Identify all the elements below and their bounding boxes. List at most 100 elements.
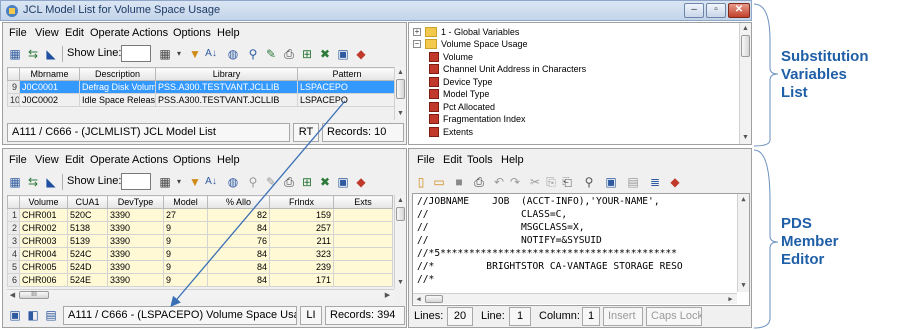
globe-icon[interactable]: ◍ <box>225 46 241 62</box>
layout-icon[interactable]: ▤ <box>625 174 641 190</box>
excel-icon[interactable]: ✖ <box>317 46 333 62</box>
table-cell[interactable]: J0C0001 <box>19 80 80 94</box>
table-cell[interactable]: 3390 <box>107 208 164 222</box>
table-cell[interactable]: PSS.A300.TESTVANT.JCLLIB <box>155 93 298 107</box>
editor-vscroll[interactable]: ▲ ▼ <box>737 194 749 292</box>
table-cell[interactable]: CHR002 <box>19 221 68 235</box>
code-line[interactable]: // CLASS=C, <box>417 208 567 221</box>
globe-icon[interactable]: ◍ <box>225 174 241 190</box>
save-icon[interactable]: ▦ <box>7 46 23 62</box>
show-line-input[interactable] <box>121 173 151 190</box>
tree-item[interactable]: Pct Allocated <box>429 101 729 113</box>
table-row[interactable]: 3 CHR003 5139 3390 9 76 211 <box>7 234 393 248</box>
scroll-down-icon[interactable]: ▼ <box>395 277 406 288</box>
show-line-input[interactable] <box>121 45 151 62</box>
filter-icon[interactable]: ▼ <box>187 46 203 62</box>
tree-item[interactable]: Fragmentation Index <box>429 113 729 125</box>
menu-file[interactable]: File <box>417 154 435 166</box>
table-cell[interactable]: 5139 <box>67 234 108 248</box>
column-header[interactable]: % Allo <box>207 195 270 209</box>
scroll-left-icon[interactable]: ◀ <box>7 290 18 301</box>
table-cell[interactable]: 5138 <box>67 221 108 235</box>
excel-icon[interactable]: ✖ <box>317 174 333 190</box>
table-cell[interactable]: 159 <box>269 208 334 222</box>
tree-item[interactable]: Device Type <box>429 76 729 88</box>
table-cell[interactable]: 9 <box>163 260 208 274</box>
table-cell[interactable]: 520C <box>67 208 108 222</box>
table-cell[interactable]: 84 <box>207 260 270 274</box>
table-cell[interactable]: 257 <box>269 221 334 235</box>
find-replace-icon[interactable]: ✎ <box>263 46 279 62</box>
pdf-icon[interactable]: ▣ <box>335 174 351 190</box>
table-cell[interactable]: LSPACEPO <box>297 93 397 107</box>
stop-icon[interactable]: ◆ <box>353 174 369 190</box>
print-icon[interactable]: ⎙ <box>281 46 297 62</box>
table-cell[interactable]: 9 <box>163 247 208 261</box>
chevron-down-icon[interactable]: ▾ <box>171 46 187 62</box>
model-list-vscroll[interactable]: ▲ ▼ <box>394 67 406 120</box>
scroll-thumb[interactable] <box>396 79 405 99</box>
export-icon[interactable]: ⊞ <box>299 174 315 190</box>
split-view-icon[interactable]: ◧ <box>25 307 41 323</box>
table-cell[interactable]: CHR006 <box>19 273 68 287</box>
code-line[interactable]: //JOBNAME JOB (ACCT-INFO),'YOUR-NAME', <box>417 195 660 208</box>
table-cell[interactable]: PSS.A300.TESTVANT.JCLLIB <box>155 80 298 94</box>
save-icon[interactable]: ▦ <box>7 174 23 190</box>
table-cell[interactable]: CHR003 <box>19 234 68 248</box>
table-row[interactable]: 5 CHR005 524D 3390 9 84 239 <box>7 260 393 274</box>
stop-icon[interactable]: ◆ <box>667 174 683 190</box>
table-cell[interactable]: 524D <box>67 260 108 274</box>
menu-options[interactable]: Options <box>173 154 211 166</box>
scroll-up-icon[interactable]: ▲ <box>395 67 406 78</box>
menu-operate[interactable]: Operate <box>90 154 130 166</box>
column-header[interactable]: Pattern <box>297 67 397 81</box>
table-cell[interactable]: 323 <box>269 247 334 261</box>
collapse-icon[interactable]: − <box>413 40 421 48</box>
table-cell[interactable]: Idle Space Release <box>79 93 156 107</box>
minimize-button[interactable]: – <box>684 3 704 18</box>
table-cell[interactable] <box>333 208 393 222</box>
table-cell[interactable]: 9 <box>163 234 208 248</box>
paste-icon[interactable]: ⎗ <box>559 174 575 190</box>
column-header[interactable]: CUA1 <box>67 195 108 209</box>
chevron-down-icon[interactable]: ▾ <box>171 174 187 190</box>
scroll-thumb[interactable] <box>741 35 750 57</box>
column-header[interactable]: Frlndx <box>269 195 334 209</box>
table-cell[interactable]: 84 <box>207 221 270 235</box>
maximize-button[interactable]: ▫ <box>706 3 726 18</box>
table-row[interactable]: 6 CHR006 524E 3390 9 84 171 <box>7 273 393 287</box>
table-cell[interactable]: LSPACEPO <box>297 80 397 94</box>
table-cell[interactable]: 82 <box>207 208 270 222</box>
tree-item[interactable]: − Volume Space Usage <box>413 38 733 50</box>
menu-tools[interactable]: Tools <box>467 154 493 166</box>
pdf-icon[interactable]: ▣ <box>335 46 351 62</box>
table-row[interactable]: 10 J0C0002 Idle Space Release PSS.A300.T… <box>7 93 397 107</box>
menu-edit[interactable]: Edit <box>443 154 462 166</box>
refresh-icon[interactable]: ⇆ <box>25 46 41 62</box>
editor-hscroll[interactable]: ◀ ▶ <box>413 293 737 304</box>
find-replace-icon[interactable]: ✎ <box>263 174 279 190</box>
window-icon[interactable]: ▣ <box>7 307 23 323</box>
column-header[interactable]: Exts <box>333 195 393 209</box>
scroll-right-icon[interactable]: ▶ <box>725 294 736 305</box>
menu-actions[interactable]: Actions <box>132 27 168 39</box>
code-line[interactable]: //* <box>417 273 434 286</box>
sort-icon[interactable]: A↓ <box>203 46 219 62</box>
table-cell[interactable]: 27 <box>163 208 208 222</box>
menu-file[interactable]: File <box>9 27 27 39</box>
tree-item[interactable]: Channel Unit Address in Characters <box>429 63 729 75</box>
code-line[interactable]: //*5************************************… <box>417 247 677 260</box>
print-icon[interactable]: ⎙ <box>471 174 487 190</box>
code-line[interactable]: // MSGCLASS=X, <box>417 221 585 234</box>
table-cell[interactable] <box>333 260 393 274</box>
find-icon[interactable]: ⚲ <box>581 174 597 190</box>
export-icon[interactable]: ⊞ <box>299 46 315 62</box>
redo-icon[interactable]: ↷ <box>507 174 523 190</box>
table-cell[interactable] <box>333 234 393 248</box>
table-cell[interactable]: 84 <box>207 273 270 287</box>
table-cell[interactable]: 239 <box>269 260 334 274</box>
pdf-icon[interactable]: ▣ <box>603 174 619 190</box>
volume-list-vscroll[interactable]: ▲ ▼ <box>394 195 406 289</box>
table-cell[interactable]: 9 <box>163 273 208 287</box>
scroll-right-icon[interactable]: ▶ <box>382 290 393 301</box>
